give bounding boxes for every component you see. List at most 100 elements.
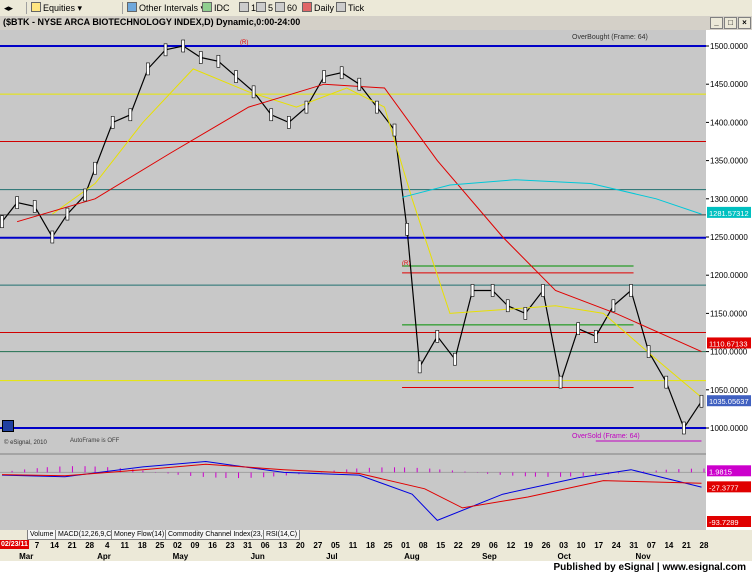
candle-18 <box>304 100 309 114</box>
candle-33 <box>558 375 563 389</box>
candle-41 <box>699 394 704 408</box>
date-label-19: 18 <box>366 541 375 550</box>
date-label-32: 17 <box>594 541 604 550</box>
toolbar: ◂▸ Equities ▾ Other Intervals ▾ IDC 1 5 … <box>0 0 752 17</box>
copyright-label: © eSignal, 2010 <box>4 440 47 446</box>
interval-icon <box>239 2 249 12</box>
price-tick-label-0: 1500.0000 <box>710 42 748 51</box>
candle-25 <box>417 360 422 374</box>
candle-17 <box>287 116 291 129</box>
price-chart[interactable]: 1500.0000 1450.0000 1400.0000 1350.0000 1300… <box>0 30 752 530</box>
candle-2 <box>32 200 37 213</box>
candle-38 <box>646 345 651 358</box>
candle-37 <box>629 284 633 297</box>
date-label-29: 26 <box>541 541 551 550</box>
close-button[interactable]: × <box>738 17 751 29</box>
toolbar-other-intervals[interactable]: Other Intervals ▾ <box>127 2 205 14</box>
candle-31 <box>523 307 528 320</box>
candle-39 <box>664 375 669 389</box>
candle-4 <box>65 207 70 221</box>
tab-money-flow[interactable]: Money Flow(14) <box>111 530 168 540</box>
candle-11 <box>181 39 185 53</box>
candle-9 <box>146 62 150 76</box>
date-label-35: 07 <box>646 541 656 550</box>
tab-macd[interactable]: MACD(12,26,9,C) <box>55 530 117 540</box>
date-label-28: 19 <box>524 541 533 550</box>
calendar-icon <box>302 2 312 12</box>
candle-8 <box>128 108 133 122</box>
tab-cci[interactable]: Commodity Channel Index(23,C) <box>165 530 273 540</box>
minimize-button[interactable]: _ <box>710 17 723 29</box>
month-label-0: Mar <box>19 552 34 561</box>
date-label-33: 24 <box>611 541 621 550</box>
toolbar-interval-60[interactable]: 60 <box>275 2 297 14</box>
price-tick-label-9: 1050.0000 <box>710 386 748 395</box>
month-label-3: Jun <box>250 552 265 561</box>
maximize-button[interactable]: □ <box>724 17 737 29</box>
date-label-23: 15 <box>436 541 446 550</box>
price-tick-label-1: 1450.0000 <box>710 80 748 89</box>
toolbar-tick[interactable]: Tick <box>336 2 364 14</box>
first-date-label: 02/23/11 <box>0 540 29 549</box>
oversold-label: OverSold (Frame: 64) <box>572 433 640 440</box>
candle-24 <box>405 223 409 236</box>
candle-10 <box>163 43 168 57</box>
candle-23 <box>392 123 397 137</box>
toolbar-daily[interactable]: Daily <box>302 2 334 14</box>
month-label-6: Sep <box>482 552 497 561</box>
date-label-24: 22 <box>453 541 463 550</box>
candle-13 <box>216 54 221 68</box>
price-badge-1: 1110.67133 <box>709 339 748 348</box>
autoframe-label: AutoFrame is OFF <box>70 438 120 444</box>
date-label-36: 14 <box>664 541 674 550</box>
candle-19 <box>322 70 326 83</box>
candle-22 <box>375 100 379 114</box>
price-badge-2: 1035.05637 <box>709 397 749 406</box>
indicator-badge-0: 1.9815 <box>709 467 732 476</box>
month-label-4: Jul <box>326 552 338 561</box>
date-label-34: 31 <box>629 541 639 550</box>
price-tick-label-4: 1300.0000 <box>710 195 748 204</box>
tab-volume[interactable]: Volume <box>27 530 57 540</box>
month-label-8: Nov <box>635 552 651 561</box>
footer: Published by eSignal | www.esignal.com <box>0 561 752 575</box>
toolbar-back-icon[interactable]: ◂▸ <box>4 2 13 14</box>
candle-21 <box>357 77 362 91</box>
month-label-5: Aug <box>404 552 420 561</box>
tab-rsi[interactable]: RSI(14,C) <box>263 530 301 540</box>
candle-5 <box>83 188 87 202</box>
date-label-18: 11 <box>348 541 358 550</box>
folder-icon <box>31 2 41 12</box>
window-title: ($BTK - NYSE ARCA BIOTECHNOLOGY INDEX,D)… <box>3 17 301 27</box>
candle-1 <box>15 196 19 209</box>
date-label-14: 13 <box>278 541 288 550</box>
date-label-7: 25 <box>155 541 165 550</box>
candle-20 <box>339 66 344 80</box>
date-label-27: 12 <box>506 541 516 550</box>
date-label-6: 18 <box>137 541 147 550</box>
candle-7 <box>110 116 115 129</box>
date-label-11: 23 <box>225 541 235 550</box>
price-tick-label-8: 1100.0000 <box>710 348 748 357</box>
date-label-2: 21 <box>67 541 77 550</box>
toolbar-interval-5[interactable]: 5 <box>256 2 273 14</box>
indicator-badge-1: -27.3777 <box>709 483 739 492</box>
toolbar-equities[interactable]: Equities ▾ <box>31 2 82 14</box>
candle-15 <box>251 85 256 99</box>
date-label-5: 11 <box>120 541 129 550</box>
cursor-icon[interactable] <box>2 420 14 432</box>
price-tick-label-10: 1000.0000 <box>710 424 748 433</box>
r-marker-aug: (R) <box>402 261 411 267</box>
date-label-13: 06 <box>260 541 270 550</box>
candle-27 <box>453 352 457 366</box>
toolbar-idc[interactable]: IDC <box>202 2 230 14</box>
candle-16 <box>269 108 274 122</box>
toolbar-interval-1[interactable]: 1 <box>239 2 256 14</box>
date-label-12: 31 <box>243 541 253 550</box>
r-marker-top: (R) <box>240 40 249 46</box>
date-label-3: 28 <box>85 541 95 550</box>
price-tick-label-5: 1250.0000 <box>710 233 748 242</box>
date-label-37: 21 <box>681 541 691 550</box>
date-label-4: 4 <box>104 541 110 550</box>
date-label-21: 01 <box>401 541 411 550</box>
